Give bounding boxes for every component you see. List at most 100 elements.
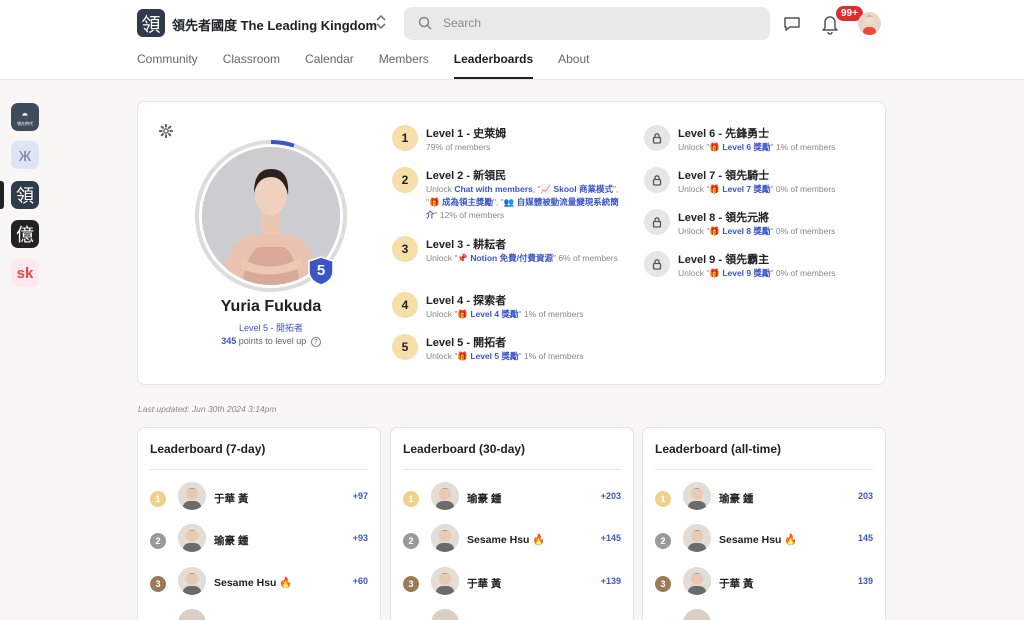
community-icon-1-label: 領先時代	[17, 120, 33, 126]
level-title: Level 9 - 領先霸主	[678, 254, 770, 266]
community-icon-3[interactable]: 領	[11, 181, 39, 209]
leaderboard-row[interactable]: 3 于華 黃 139	[643, 567, 885, 599]
unlock-link[interactable]: Level 8 獎勵	[722, 226, 770, 236]
member-name[interactable]: 于華 黃	[467, 576, 501, 591]
level-description: Unlock "🎁 Level 9 獎勵" 0% of members	[678, 267, 848, 280]
unlock-link[interactable]: Chat with members	[454, 184, 532, 194]
tab-calendar[interactable]: Calendar	[305, 52, 354, 79]
rank-medal-icon: 2	[655, 533, 671, 549]
leaderboard-row[interactable]: 1 瑜豪 鍾 +203	[391, 482, 633, 514]
community-name[interactable]: 領先者國度 The Leading Kingdom	[172, 15, 377, 34]
level-description: Unlock Chat with members, "📈 Skool 商業模式 "…	[426, 183, 626, 222]
leaderboard-row[interactable]: 3 于華 黃 +139	[391, 567, 633, 599]
level-desc-text: " 1% of members	[518, 309, 584, 319]
member-name[interactable]: 于華 黃	[214, 491, 248, 506]
level-title: Level 4 - 探索者	[426, 295, 507, 307]
top-bar: 領 領先者國度 The Leading Kingdom Search 99+ C…	[0, 0, 1024, 80]
tab-leaderboards[interactable]: Leaderboards	[453, 52, 534, 79]
lock-icon	[644, 125, 670, 151]
tab-members[interactable]: Members	[379, 52, 429, 79]
member-avatar[interactable]	[683, 524, 711, 552]
help-icon[interactable]: ?	[310, 336, 321, 347]
member-points: +139	[600, 576, 621, 586]
member-avatar[interactable]	[431, 524, 459, 552]
member-avatar[interactable]	[683, 609, 711, 620]
gear-icon[interactable]	[159, 124, 173, 138]
member-points: 145	[857, 533, 873, 543]
member-name[interactable]: 于華 黃	[719, 576, 753, 591]
member-avatar[interactable]	[683, 567, 711, 595]
member-avatar[interactable]	[431, 609, 459, 620]
unlock-link[interactable]: Notion 免費/付費資源	[470, 253, 553, 263]
tab-about[interactable]: About	[558, 52, 589, 79]
member-avatar[interactable]	[178, 482, 206, 510]
leaderboard-row[interactable]: 2 瑜豪 鍾 +93	[138, 524, 380, 556]
tab-community[interactable]: Community	[137, 52, 198, 79]
member-avatar[interactable]	[178, 609, 206, 620]
profile-name[interactable]: Yuria Fukuda	[170, 298, 372, 316]
community-icon-5[interactable]: sk	[11, 259, 39, 287]
level-desc-text: Unlock "🎁	[678, 184, 723, 194]
search-icon	[418, 16, 432, 30]
member-name[interactable]: 瑜豪 鍾	[467, 491, 501, 506]
member-avatar[interactable]	[178, 524, 206, 552]
member-name[interactable]: 瑜豪 鍾	[719, 491, 753, 506]
rank-medal-icon: 1	[655, 491, 671, 507]
member-name[interactable]: Sesame Hsu 🔥	[214, 576, 292, 589]
level-description: Unlock "📌 Notion 免費/付費資源" 6% of members	[426, 252, 626, 265]
level-number-badge: 4	[392, 292, 418, 318]
lock-icon	[644, 209, 670, 235]
unlock-link[interactable]: Level 7 獎勵	[722, 184, 770, 194]
leaderboard-row[interactable]: 1 瑜豪 鍾 203	[643, 482, 885, 514]
community-icon-2[interactable]: ж	[11, 141, 39, 169]
profile-level: Level 5 - 開拓者	[238, 323, 304, 333]
member-points: +93	[352, 533, 368, 543]
rank-medal-icon: 3	[655, 576, 671, 592]
community-icon-1[interactable]: ◓ 領先時代	[11, 103, 39, 131]
search-input[interactable]: Search	[404, 7, 770, 40]
member-name[interactable]: Sesame Hsu 🔥	[467, 533, 545, 546]
unlock-link[interactable]: Level 6 獎勵	[722, 142, 770, 152]
unlock-link[interactable]: Level 4 獎勵	[470, 309, 518, 319]
level-desc-text: " 0% of members	[770, 226, 836, 236]
rank-medal-icon: 3	[150, 576, 166, 592]
chat-icon[interactable]	[782, 14, 802, 34]
rank-medal-icon: 1	[150, 491, 166, 507]
community-icon-1-glyph: ◓	[21, 107, 29, 122]
level-title: Level 7 - 領先騎士	[678, 170, 770, 182]
leaderboard-row[interactable]: 1 于華 黃 +97	[138, 482, 380, 514]
unlock-link[interactable]: Level 5 獎勵	[470, 351, 518, 361]
leaderboard-row[interactable]: 2 Sesame Hsu 🔥 145	[643, 524, 885, 556]
level-title: Level 1 - 史萊姆	[426, 128, 507, 140]
level-number-badge: 5	[392, 334, 418, 360]
last-updated: Last updated: Jun 30th 2024 3:14pm	[138, 404, 277, 414]
member-name[interactable]: 瑜豪 鍾	[214, 533, 248, 548]
member-avatar[interactable]	[431, 567, 459, 595]
level-description: Unlock "🎁 Level 5 獎勵" 1% of members	[426, 350, 626, 363]
sidebar-active-indicator	[0, 181, 4, 209]
unlock-link[interactable]: 成為領主獎勵	[442, 197, 493, 207]
rank-medal-icon: 2	[150, 533, 166, 549]
member-avatar[interactable]	[683, 482, 711, 510]
level-desc-text: ", "👥	[492, 197, 517, 207]
points-value: 345	[221, 336, 237, 346]
member-avatar[interactable]	[431, 482, 459, 510]
level-desc-text: Unlock "🎁	[678, 142, 723, 152]
level-description: Unlock "🎁 Level 6 獎勵" 1% of members	[678, 141, 848, 154]
member-name[interactable]: Sesame Hsu 🔥	[719, 533, 797, 546]
leaderboard-row[interactable]: 2 Sesame Hsu 🔥 +145	[391, 524, 633, 556]
unlock-link[interactable]: Level 9 獎勵	[722, 268, 770, 278]
progress-arc-path	[270, 140, 295, 148]
unlock-link[interactable]: Skool 商業模式	[553, 184, 613, 194]
leaderboard-divider	[655, 469, 873, 470]
community-icon-4[interactable]: 億	[11, 220, 39, 248]
user-avatar[interactable]	[858, 12, 881, 35]
community-switch-icon[interactable]	[374, 13, 388, 32]
rank-medal-icon: 2	[403, 533, 419, 549]
level-title: Level 6 - 先鋒勇士	[678, 128, 770, 140]
level-title: Level 8 - 領先元將	[678, 212, 770, 224]
community-logo[interactable]: 領	[137, 9, 165, 37]
leaderboard-row[interactable]: 3 Sesame Hsu 🔥 +60	[138, 567, 380, 599]
member-avatar[interactable]	[178, 567, 206, 595]
tab-classroom[interactable]: Classroom	[223, 52, 280, 79]
